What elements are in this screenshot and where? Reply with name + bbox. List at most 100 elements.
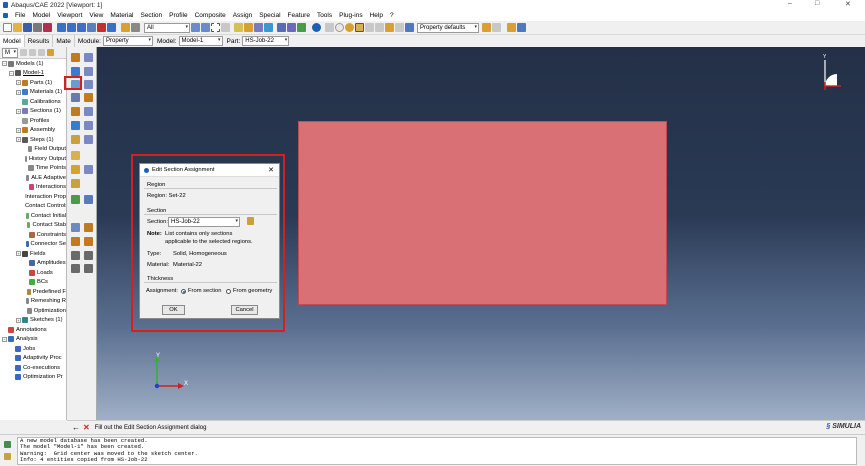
tree-copy-icon[interactable] — [38, 49, 45, 56]
new-file-icon[interactable] — [3, 23, 12, 32]
tree-item[interactable]: Amplitudes — [0, 259, 66, 269]
message-tab-icon[interactable] — [4, 441, 11, 448]
menu-help[interactable]: Help — [370, 12, 383, 19]
set-icon[interactable] — [71, 237, 80, 246]
tree-collapse-icon[interactable] — [20, 49, 27, 56]
auto-fit-icon[interactable] — [107, 23, 116, 32]
render-hidden-icon[interactable] — [234, 23, 243, 32]
tree-item[interactable]: Constraints — [0, 230, 66, 240]
rotate-icon[interactable] — [67, 23, 76, 32]
pan-icon[interactable] — [77, 23, 86, 32]
tree-item[interactable]: + Materials (1) — [0, 88, 66, 98]
tree-item[interactable]: Contact Initial — [0, 211, 66, 221]
tree-item[interactable]: Time Points — [0, 164, 66, 174]
tree-item[interactable]: Adaptivity Proc — [0, 354, 66, 364]
datum-point-icon[interactable] — [71, 195, 80, 204]
partition-icon[interactable] — [71, 223, 80, 232]
section-select[interactable]: HS-Job-22 ▾ — [168, 217, 240, 227]
material-manager-icon[interactable] — [84, 67, 93, 76]
tree-item[interactable]: BCs — [0, 278, 66, 288]
tab-results[interactable]: Results — [25, 35, 54, 47]
pick-arrow-icon[interactable] — [355, 23, 364, 32]
query-tool-icon[interactable] — [71, 264, 80, 273]
tree-item[interactable]: + Sections (1) — [0, 107, 66, 117]
tree-item[interactable]: + Assembly — [0, 126, 66, 136]
menu-file[interactable]: File — [15, 12, 25, 19]
tab-model[interactable]: Model — [0, 35, 25, 47]
section-manager-icon[interactable] — [84, 80, 93, 89]
redo-icon[interactable] — [375, 23, 384, 32]
whats-this-icon[interactable]: ? — [390, 12, 394, 19]
close-button[interactable]: ✕ — [845, 0, 851, 8]
expand-icon[interactable]: + — [16, 251, 21, 257]
collapse-icon[interactable]: − — [2, 336, 7, 342]
info-icon[interactable] — [312, 23, 321, 32]
tree-item[interactable]: − Models (1) — [0, 59, 66, 69]
set-manager-icon[interactable] — [84, 237, 93, 246]
menu-assign[interactable]: Assign — [233, 12, 253, 19]
expand-icon[interactable]: + — [16, 137, 21, 143]
model-select[interactable]: Model-1 ▾ — [178, 36, 223, 46]
expand-icon[interactable]: + — [16, 89, 21, 95]
cancel-procedure-icon[interactable]: ✕ — [83, 423, 90, 432]
tree-item[interactable]: Interaction Prop — [0, 192, 66, 202]
inertia-icon[interactable] — [71, 165, 80, 174]
tile-view-icon[interactable] — [517, 23, 526, 32]
sphere-icon[interactable] — [335, 23, 344, 32]
tree-item[interactable]: Contact Controls — [0, 202, 66, 212]
special-icon[interactable] — [71, 151, 80, 160]
tool-b-icon[interactable] — [71, 179, 80, 188]
tree-item[interactable]: + Parts (1) — [0, 78, 66, 88]
layer-icon[interactable] — [482, 23, 491, 32]
minimize-button[interactable]: – — [788, 0, 792, 7]
display-group-icon[interactable] — [395, 23, 404, 32]
plug-icon[interactable] — [43, 23, 52, 32]
part-select[interactable]: HS-Job-22 ▾ — [242, 36, 290, 46]
save-icon[interactable] — [23, 23, 32, 32]
create-material-icon[interactable] — [71, 67, 80, 76]
tree-item[interactable]: Predefined F — [0, 287, 66, 297]
tree-item[interactable]: ALE Adaptive — [0, 173, 66, 183]
assign-orientation-icon[interactable] — [71, 107, 80, 116]
composite-manager-icon[interactable] — [84, 121, 93, 130]
tree-item[interactable]: Profiles — [0, 116, 66, 126]
maximize-button[interactable]: □ — [815, 0, 819, 7]
collapse-icon[interactable]: − — [2, 61, 7, 67]
tree-item[interactable]: Field Output — [0, 145, 66, 155]
menu-feature[interactable]: Feature — [288, 12, 310, 19]
surface-icon[interactable] — [71, 251, 80, 260]
menu-composite[interactable]: Composite — [195, 12, 226, 19]
expand-icon[interactable]: + — [16, 108, 21, 114]
view-cube2-icon[interactable] — [287, 23, 296, 32]
pick-filter-select[interactable]: All ▾ — [144, 22, 190, 33]
collapse-icon[interactable]: − — [9, 70, 14, 76]
create-section-icon[interactable] — [247, 217, 254, 225]
tree-item[interactable]: Co-executions — [0, 363, 66, 373]
tree-filter-select[interactable]: M ▾ — [2, 47, 18, 58]
tree-item[interactable]: Optimization — [0, 306, 66, 316]
tree-icon[interactable] — [325, 23, 334, 32]
tree-expand-icon[interactable] — [29, 49, 36, 56]
beam-manager-icon[interactable] — [84, 93, 93, 102]
tree-item[interactable]: Jobs — [0, 344, 66, 354]
orientation-manager-icon[interactable] — [84, 107, 93, 116]
tree-item[interactable]: + Steps (1) — [0, 135, 66, 145]
render-wire-icon[interactable] — [221, 23, 230, 32]
tree-item[interactable]: Optimization Pr — [0, 373, 66, 383]
tree-item[interactable]: + Sketches (1) — [0, 316, 66, 326]
select-box-icon[interactable] — [201, 23, 210, 32]
surface-manager-icon[interactable] — [84, 251, 93, 260]
tree-item[interactable]: History Output — [0, 154, 66, 164]
tree-item[interactable]: + Fields — [0, 249, 66, 259]
query-icon[interactable] — [121, 23, 130, 32]
menu-material[interactable]: Material — [110, 12, 133, 19]
tree-filter-icon[interactable] — [47, 49, 54, 56]
cancel-button[interactable]: Cancel — [231, 305, 258, 315]
datum-axis-icon[interactable] — [84, 195, 93, 204]
render-shaded-icon[interactable] — [244, 23, 253, 32]
measure-icon[interactable] — [84, 264, 93, 273]
select-icon[interactable] — [191, 23, 200, 32]
ok-button[interactable]: OK — [162, 305, 185, 315]
inertia-manager-icon[interactable] — [84, 165, 93, 174]
menu-view[interactable]: View — [89, 12, 103, 19]
